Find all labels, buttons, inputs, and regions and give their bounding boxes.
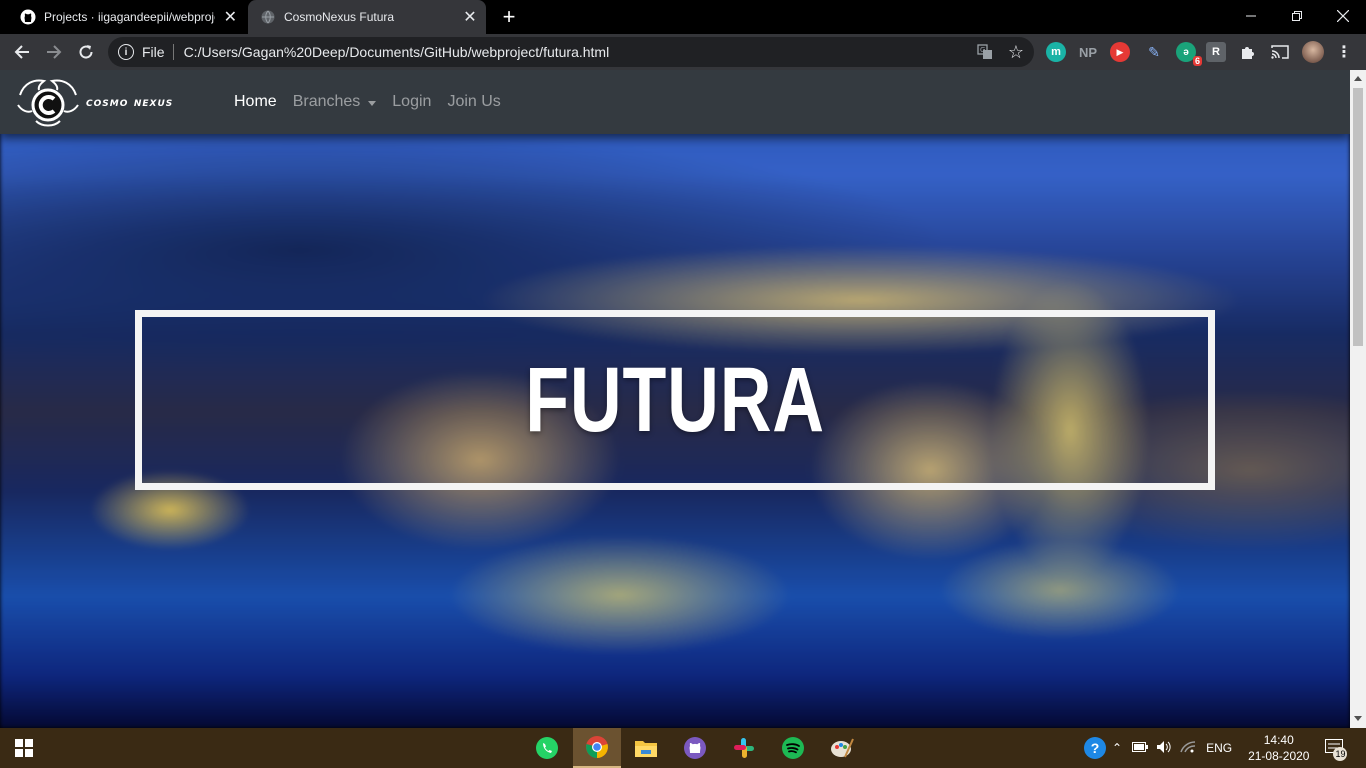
page-viewport: cosmo nexus Home Branches Login Join Us …: [0, 70, 1350, 728]
file-explorer-icon[interactable]: [622, 728, 670, 768]
system-tray: ? ⌃ ENG 14:40 21-08-2020 19: [1084, 728, 1348, 768]
badge-extension-icon[interactable]: ə 6: [1176, 42, 1202, 66]
dragon-logo-icon: [17, 79, 79, 127]
battery-icon[interactable]: [1132, 741, 1149, 755]
spotify-icon[interactable]: [769, 728, 817, 768]
forward-button[interactable]: [40, 38, 68, 66]
cast-icon[interactable]: [1270, 42, 1290, 62]
nav-login[interactable]: Login: [392, 93, 431, 111]
clock-time: 14:40: [1263, 733, 1294, 747]
github-icon: [20, 9, 36, 25]
chevron-up-icon[interactable]: ⌃: [1112, 741, 1122, 755]
clock[interactable]: 14:40 21-08-2020: [1248, 732, 1309, 764]
brand-text: cosmo nexus: [86, 94, 174, 110]
youtube-extension-icon[interactable]: ▶: [1110, 42, 1130, 62]
puzzle-extensions-icon[interactable]: [1238, 42, 1258, 62]
nav-branches-label: Branches: [292, 93, 361, 110]
whatsapp-icon[interactable]: [523, 728, 571, 768]
svg-text:G: G: [980, 46, 985, 54]
tab-projects[interactable]: Projects · iigagandeepii/webproje ✕: [8, 0, 246, 34]
caret-down-icon: [368, 100, 377, 106]
windows-start-icon[interactable]: [0, 728, 48, 768]
back-button[interactable]: [8, 38, 36, 66]
scroll-up-icon[interactable]: [1354, 76, 1362, 81]
language-indicator[interactable]: ENG: [1206, 741, 1232, 755]
hero-title: FUTURA: [525, 348, 825, 451]
hero-title-frame: FUTURA: [135, 310, 1215, 490]
help-icon[interactable]: ?: [1084, 737, 1106, 759]
tab-title: Projects · iigagandeepii/webproje: [44, 10, 215, 24]
notification-center-icon[interactable]: 19: [1325, 739, 1348, 761]
m-extension-icon[interactable]: m: [1046, 42, 1066, 62]
site-navbar: cosmo nexus Home Branches Login Join Us: [0, 70, 1350, 134]
menu-kebab-icon[interactable]: ⋮: [1334, 42, 1354, 62]
windows-taskbar: ? ⌃ ENG 14:40 21-08-2020 19: [0, 728, 1366, 768]
wifi-icon[interactable]: [1180, 740, 1196, 756]
close-icon[interactable]: ✕: [221, 7, 240, 27]
new-tab-button[interactable]: +: [496, 4, 522, 29]
tab-title: CosmoNexus Futura: [284, 10, 395, 24]
nav-links: Home Branches Login Join Us: [234, 70, 517, 134]
file-scheme-label: File: [142, 44, 165, 60]
extension-badge-count: 6: [1192, 56, 1202, 66]
arrow-left-icon: [14, 45, 29, 59]
translate-icon[interactable]: G: [976, 43, 994, 61]
nav-join-us[interactable]: Join Us: [447, 93, 500, 111]
slack-icon[interactable]: [720, 728, 768, 768]
nav-branches-dropdown[interactable]: Branches: [293, 93, 377, 111]
page-scrollbar[interactable]: [1350, 70, 1366, 728]
close-window-icon[interactable]: [1320, 0, 1366, 32]
url-text[interactable]: C:/Users/Gagan%20Deep/Documents/GitHub/w…: [184, 44, 976, 60]
profile-avatar[interactable]: [1302, 41, 1324, 63]
star-icon[interactable]: ☆: [1008, 42, 1024, 63]
reload-icon: [79, 45, 93, 59]
browser-toolbar: i File C:/Users/Gagan%20Deep/Documents/G…: [0, 34, 1366, 70]
info-icon[interactable]: i: [118, 44, 134, 60]
chrome-icon[interactable]: [573, 728, 621, 768]
arrow-right-icon: [47, 45, 62, 59]
r-extension-icon[interactable]: R: [1206, 42, 1226, 62]
tab-strip: Projects · iigagandeepii/webproje ✕ Cosm…: [0, 0, 1366, 34]
nav-home[interactable]: Home: [234, 93, 277, 111]
pen-extension-icon[interactable]: ✎: [1144, 42, 1164, 62]
brand-link[interactable]: cosmo nexus: [14, 75, 173, 129]
address-bar[interactable]: i File C:/Users/Gagan%20Deep/Documents/G…: [108, 37, 1034, 67]
restore-icon[interactable]: [1274, 0, 1320, 32]
scroll-thumb[interactable]: [1353, 88, 1363, 346]
scroll-down-icon[interactable]: [1354, 716, 1362, 721]
close-icon[interactable]: ✕: [460, 7, 480, 27]
tab-cosmonexus-futura[interactable]: CosmoNexus Futura ✕: [248, 0, 486, 34]
github-desktop-icon[interactable]: [671, 728, 719, 768]
globe-icon: [260, 9, 276, 25]
np-extension-icon[interactable]: NP: [1078, 42, 1098, 62]
volume-icon[interactable]: [1156, 740, 1172, 757]
omnibox-divider: [172, 44, 174, 60]
paint-icon[interactable]: [818, 728, 866, 768]
reload-button[interactable]: [72, 38, 100, 66]
clock-date: 21-08-2020: [1248, 749, 1310, 763]
notification-count-badge: 19: [1333, 747, 1348, 761]
minimize-icon[interactable]: [1228, 0, 1274, 32]
